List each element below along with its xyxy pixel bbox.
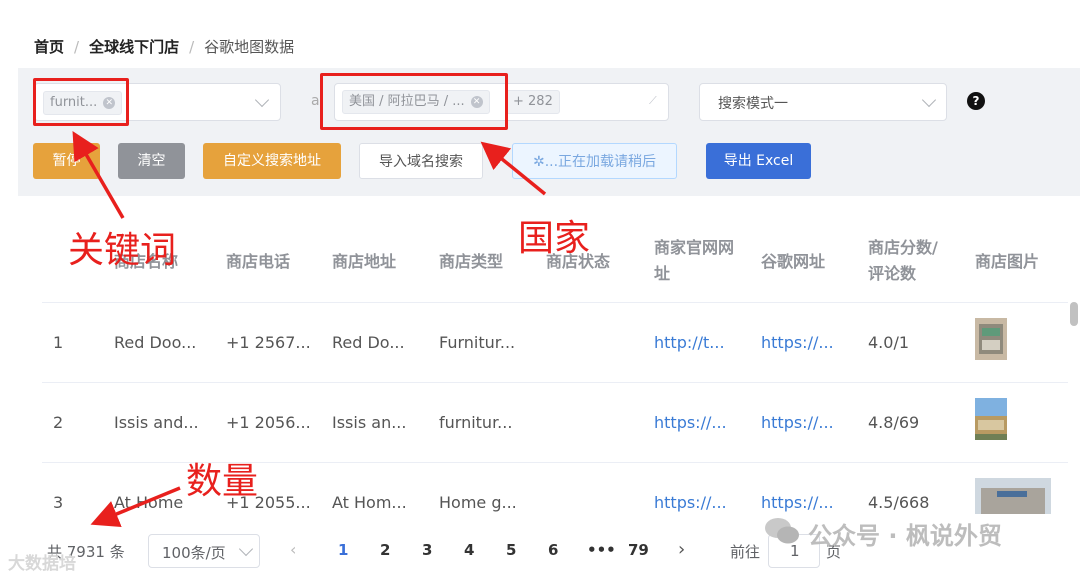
header-google-url: 谷歌网址 xyxy=(761,252,826,271)
header-store-address: 商店地址 xyxy=(332,252,397,271)
store-name: At Home xyxy=(114,493,184,512)
header-website-line2: 址 xyxy=(654,264,671,283)
page-79[interactable]: 79 xyxy=(628,541,649,559)
header-store-type: 商店类型 xyxy=(439,252,504,271)
chevron-down-icon xyxy=(254,92,270,108)
country-highlight-box xyxy=(320,73,508,130)
store-photo-thumbnail[interactable] xyxy=(975,478,1051,514)
keyword-highlight-box xyxy=(33,78,129,126)
google-url-link[interactable]: https://... xyxy=(761,333,834,352)
breadcrumb-home[interactable]: 首页 xyxy=(34,36,64,57)
country-extra-count: + 282 xyxy=(506,90,560,114)
store-score: 4.0/1 xyxy=(868,333,910,352)
row-index: 2 xyxy=(53,413,64,432)
breadcrumb: 首页 / 全球线下门店 / 谷歌地图数据 xyxy=(34,36,294,57)
website-link[interactable]: https://... xyxy=(654,413,727,432)
store-score: 4.8/69 xyxy=(868,413,920,432)
website-link[interactable]: https://... xyxy=(654,493,727,512)
watermark-right: 公众号 · 枫说外贸 xyxy=(808,522,1002,550)
store-phone: +1 2056... xyxy=(226,413,311,432)
row-index: 1 xyxy=(53,333,64,352)
store-photo-thumbnail[interactable] xyxy=(975,318,1007,360)
annotation-count: 数量 xyxy=(186,461,259,502)
store-address: Red Do... xyxy=(332,333,405,352)
header-website-line1: 商家官网网 xyxy=(654,238,735,257)
loading-button: ✲...正在加载请稍后 xyxy=(512,143,677,179)
page-2[interactable]: 2 xyxy=(380,541,390,559)
mode-select-value: 搜索模式一 xyxy=(718,96,788,112)
breadcrumb-section[interactable]: 全球线下门店 xyxy=(89,36,179,57)
table-scrollbar[interactable] xyxy=(1070,302,1078,326)
store-phone: +1 2567... xyxy=(226,333,311,352)
breadcrumb-current: 谷歌地图数据 xyxy=(204,38,295,56)
loading-spinner-icon: ✲ xyxy=(532,154,545,170)
mode-select[interactable]: 搜索模式一 xyxy=(699,83,947,121)
resize-icon: ⟋ xyxy=(649,94,657,107)
import-domain-button[interactable]: 导入域名搜索 xyxy=(359,143,483,179)
custom-url-button[interactable]: 自定义搜索地址 xyxy=(203,143,341,179)
store-type: furnitur... xyxy=(439,413,513,432)
google-url-link[interactable]: https://... xyxy=(761,493,834,512)
watermark-left: 大数据培 xyxy=(8,554,76,574)
header-score-line1: 商店分数/ xyxy=(868,238,938,257)
breadcrumb-separator: / xyxy=(74,37,80,56)
header-score: 商店分数/ 评论数 xyxy=(868,235,938,287)
store-type: Furnitur... xyxy=(439,333,516,352)
loading-label: ...正在加载请稍后 xyxy=(544,154,657,170)
store-type: Home g... xyxy=(439,493,517,512)
header-website: 商家官网网 址 xyxy=(654,235,734,287)
store-name: Issis and... xyxy=(114,413,199,432)
country-extra-label: + 282 xyxy=(513,94,553,109)
page-3[interactable]: 3 xyxy=(422,541,432,559)
clear-button[interactable]: 清空 xyxy=(118,143,185,179)
page-5[interactable]: 5 xyxy=(506,541,516,559)
page-6[interactable]: 6 xyxy=(548,541,558,559)
export-excel-button[interactable]: 导出 Excel xyxy=(706,143,811,179)
wechat-icon xyxy=(765,518,799,544)
page-4[interactable]: 4 xyxy=(464,541,474,559)
header-store-phone: 商店电话 xyxy=(226,252,291,271)
annotation-keyword: 关键词 xyxy=(68,230,177,271)
breadcrumb-separator: / xyxy=(189,37,195,56)
google-url-link[interactable]: https://... xyxy=(761,413,834,432)
help-icon[interactable]: ? xyxy=(967,92,985,110)
store-name: Red Doo... xyxy=(114,333,197,352)
store-photo-thumbnail[interactable] xyxy=(975,398,1007,440)
page-size-value: 100条/页 xyxy=(162,544,226,562)
pause-button[interactable]: 暂停 xyxy=(33,143,100,179)
store-address: At Hom... xyxy=(332,493,407,512)
chevron-down-icon xyxy=(921,92,937,108)
goto-label: 前往 xyxy=(730,543,761,561)
website-link[interactable]: http://t... xyxy=(654,333,725,352)
header-score-line2: 评论数 xyxy=(868,264,917,283)
header-store-image: 商店图片 xyxy=(975,252,1040,271)
page-1[interactable]: 1 xyxy=(338,541,348,559)
row-index: 3 xyxy=(53,493,64,512)
annotation-country: 国家 xyxy=(518,218,591,259)
next-page-icon[interactable]: › xyxy=(678,539,685,560)
store-address: Issis an... xyxy=(332,413,407,432)
chevron-down-icon xyxy=(238,541,254,557)
prev-page-icon[interactable]: ‹ xyxy=(290,540,296,559)
page-size-select[interactable]: 100条/页 xyxy=(148,534,260,568)
store-score: 4.5/668 xyxy=(868,493,930,512)
page-ellipsis[interactable]: ••• xyxy=(587,541,616,559)
